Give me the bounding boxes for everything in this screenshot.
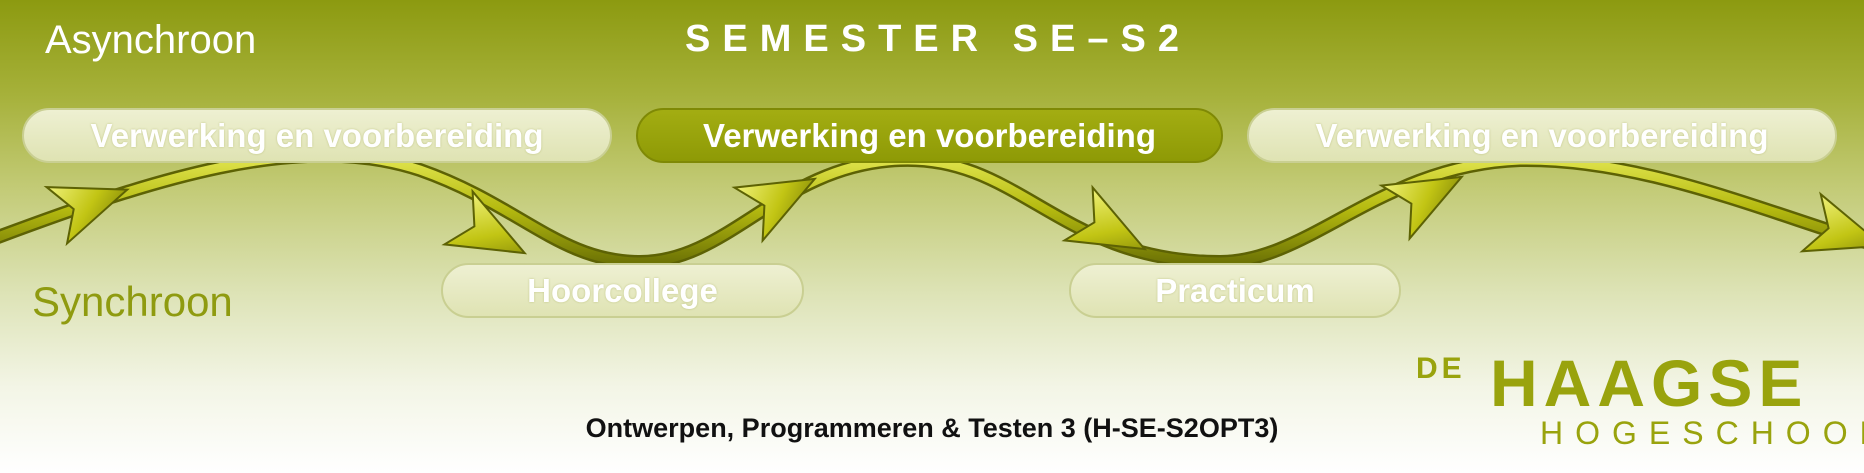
wave-path	[0, 148, 1864, 270]
arrowhead-6	[1799, 191, 1864, 253]
synchronous-label: Synchroon	[32, 278, 233, 325]
async-block-3: Verwerking en voorbereiding	[1247, 108, 1837, 163]
slide: Asynchroon SEMESTER SE–S2 Verwerking en …	[0, 0, 1864, 473]
logo-line-de: DE	[1416, 352, 1466, 385]
async-block-2-highlighted: Verwerking en voorbereiding	[636, 108, 1223, 163]
sync-block-practicum: Practicum	[1069, 263, 1401, 318]
sync-block-hoorcollege: Hoorcollege	[441, 263, 804, 318]
logo-line-hogeschool: HOGESCHOOL	[1540, 415, 1864, 451]
semester-title: SEMESTER SE–S2	[685, 18, 1191, 60]
async-block-1: Verwerking en voorbereiding	[22, 108, 612, 163]
arrowhead-1	[43, 185, 130, 247]
logo-line-haagse: HAAGSE	[1490, 346, 1809, 420]
